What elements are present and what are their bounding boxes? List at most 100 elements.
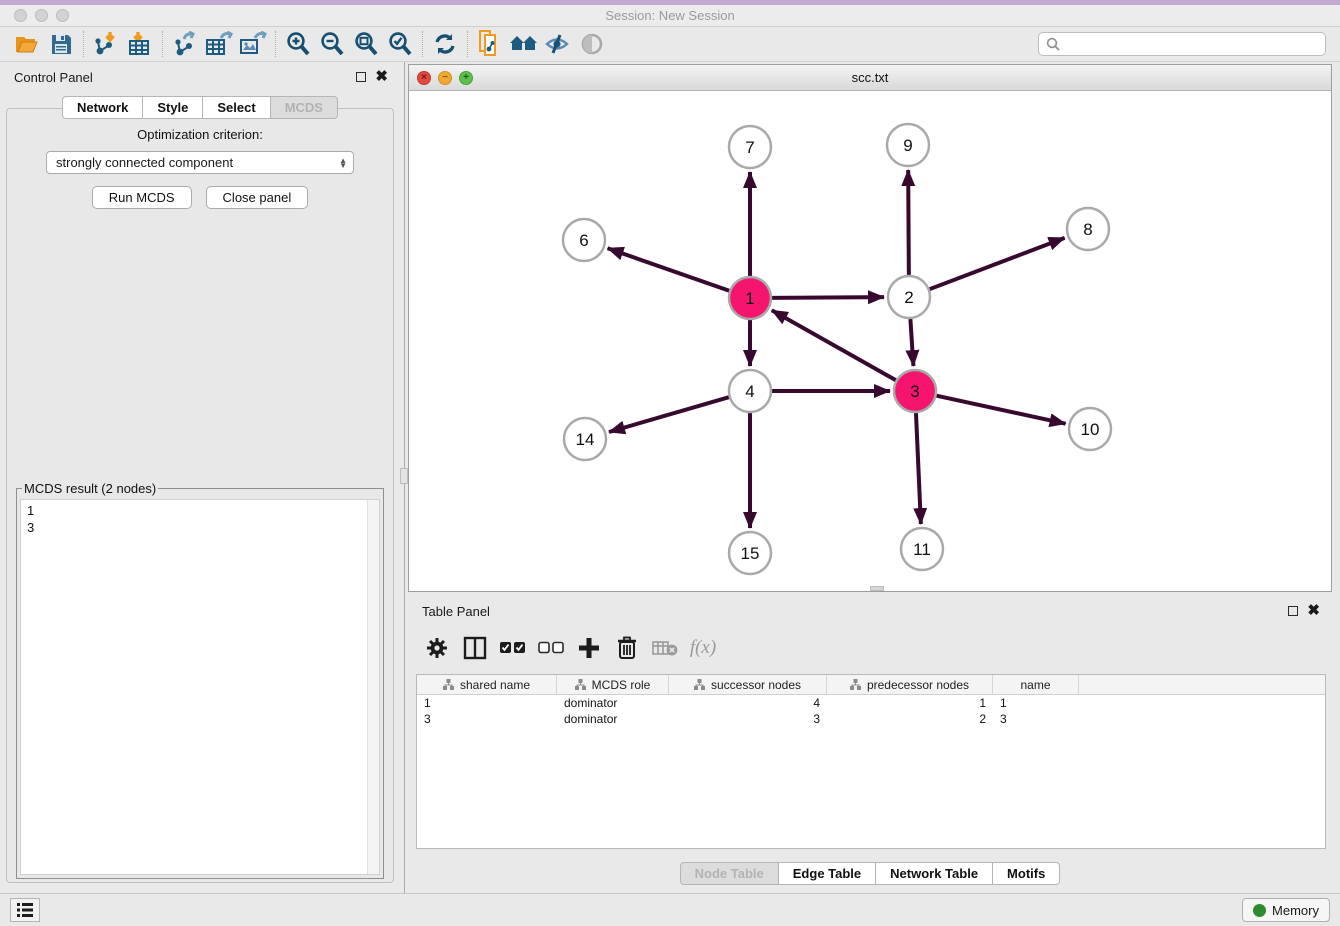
deselect-all-columns-button[interactable] [536, 633, 566, 663]
import-table-icon [127, 31, 153, 57]
canvas-resize-grip[interactable] [870, 586, 884, 591]
zoom-selected-button[interactable] [383, 29, 417, 59]
mcds-result-title: MCDS result (2 nodes) [22, 481, 158, 496]
show-panel-button[interactable] [575, 29, 609, 59]
deselect-all-icon [538, 641, 564, 655]
graph-edge-2-9[interactable] [908, 170, 909, 275]
graph-edge-1-6[interactable] [608, 248, 730, 290]
zoom-in-button[interactable] [281, 29, 315, 59]
hide-panel-button[interactable] [541, 29, 575, 59]
graph-node-label-1: 1 [745, 289, 754, 308]
table-cell[interactable]: 3 [417, 711, 557, 727]
float-panel-icon[interactable] [356, 72, 366, 82]
zoom-out-button[interactable] [315, 29, 349, 59]
search-icon [1045, 36, 1061, 52]
tab-network-table[interactable]: Network Table [875, 862, 992, 885]
table-cell[interactable]: 1 [417, 695, 557, 711]
close-panel-button[interactable]: Close panel [206, 186, 309, 209]
tab-select[interactable]: Select [202, 96, 269, 119]
graph-edge-1-2[interactable] [772, 297, 884, 298]
close-table-panel-icon[interactable]: ✖ [1307, 606, 1320, 616]
export-table-button[interactable] [202, 29, 236, 59]
graph-edge-3-1[interactable] [772, 310, 896, 380]
column-type-icon [694, 679, 705, 690]
search-input[interactable] [1061, 37, 1319, 51]
table-cell[interactable]: 3 [669, 711, 827, 727]
tab-mcds[interactable]: MCDS [270, 96, 338, 119]
table-cell[interactable]: 2 [827, 711, 993, 727]
run-mcds-button[interactable]: Run MCDS [92, 186, 192, 209]
table-row[interactable]: 3dominator323 [417, 711, 1325, 727]
graph-node-label-14: 14 [576, 430, 595, 449]
tab-edge-table[interactable]: Edge Table [778, 862, 875, 885]
create-column-button[interactable] [574, 633, 604, 663]
column-header-successor-nodes[interactable]: successor nodes [669, 675, 827, 694]
tab-motifs[interactable]: Motifs [992, 862, 1060, 885]
clone-network-view-button[interactable] [473, 29, 507, 59]
export-image-button[interactable] [236, 29, 270, 59]
column-type-icon [575, 679, 586, 690]
float-table-panel-icon[interactable] [1288, 606, 1298, 616]
graph-node-label-15: 15 [741, 544, 760, 563]
close-panel-icon[interactable]: ✖ [375, 72, 388, 82]
column-type-icon [443, 679, 454, 690]
memory-button[interactable]: Memory [1242, 898, 1330, 922]
column-header-MCDS-role[interactable]: MCDS role [557, 675, 669, 694]
tab-node-table[interactable]: Node Table [680, 862, 778, 885]
export-network-button[interactable] [168, 29, 202, 59]
zoom-fit-button[interactable] [349, 29, 383, 59]
graph-edge-4-14[interactable] [609, 397, 729, 432]
graph-edge-2-3[interactable] [910, 319, 913, 366]
table-cell[interactable]: 3 [993, 711, 1079, 727]
task-history-button[interactable] [10, 898, 40, 922]
function-builder-button: f(x) [688, 633, 718, 663]
table-cell[interactable]: 1 [993, 695, 1079, 711]
show-column-button[interactable] [460, 633, 490, 663]
mcds-tab-content: Optimization criterion: strongly connect… [6, 108, 394, 883]
table-settings-button[interactable] [422, 633, 452, 663]
open-session-button[interactable] [10, 29, 44, 59]
node-table[interactable]: shared name MCDS role successor nodes prede… [416, 674, 1326, 849]
column-label: MCDS role [592, 678, 651, 692]
table-cell[interactable]: 1 [827, 695, 993, 711]
delete-column-button[interactable] [612, 633, 642, 663]
import-table-button[interactable] [123, 29, 157, 59]
network-canvas[interactable]: 1234678910111415 [409, 91, 1331, 591]
import-network-button[interactable] [89, 29, 123, 59]
graph-edge-3-10[interactable] [936, 396, 1065, 424]
search-field[interactable] [1038, 32, 1326, 56]
column-label: successor nodes [711, 678, 801, 692]
tab-network[interactable]: Network [62, 96, 142, 119]
export-network-icon [172, 31, 198, 57]
tab-style[interactable]: Style [142, 96, 202, 119]
table-cell[interactable]: 4 [669, 695, 827, 711]
graph-edge-2-8[interactable] [930, 238, 1065, 289]
toolbar-separator [422, 31, 423, 57]
vertical-splitter [399, 62, 408, 893]
splitter-handle[interactable] [400, 468, 408, 484]
column-header-predecessor-nodes[interactable]: predecessor nodes [827, 675, 993, 694]
delete-table-icon [652, 639, 678, 657]
column-header-shared-name[interactable]: shared name [417, 675, 557, 694]
mcds-result-text: 1 3 [21, 500, 379, 538]
zoom-out-icon [319, 31, 345, 57]
mcds-result-area[interactable]: 1 3 [20, 499, 380, 875]
table-cell[interactable]: dominator [557, 711, 669, 727]
graph-node-label-11: 11 [913, 540, 931, 559]
column-header-name[interactable]: name [993, 675, 1079, 694]
result-scrollbar[interactable] [367, 500, 379, 874]
select-all-columns-button[interactable] [498, 633, 528, 663]
save-session-button[interactable] [44, 29, 78, 59]
graph-edge-3-11[interactable] [916, 413, 921, 524]
table-row[interactable]: 1dominator411 [417, 695, 1325, 711]
column-label: shared name [460, 678, 530, 692]
graph-node-label-10: 10 [1081, 420, 1100, 439]
reset-layout-button[interactable] [507, 29, 541, 59]
table-cell[interactable]: dominator [557, 695, 669, 711]
delete-table-button [650, 633, 680, 663]
control-panel: Control Panel ✖ NetworkStyleSelectMCDS O… [0, 62, 400, 893]
refresh-button[interactable] [428, 29, 462, 59]
table-panel: Table Panel ✖ f(x) shared [408, 596, 1332, 893]
criterion-select[interactable]: strongly connected component ▲▼ [46, 151, 354, 174]
network-window-titlebar[interactable]: × − + scc.txt [409, 65, 1331, 91]
